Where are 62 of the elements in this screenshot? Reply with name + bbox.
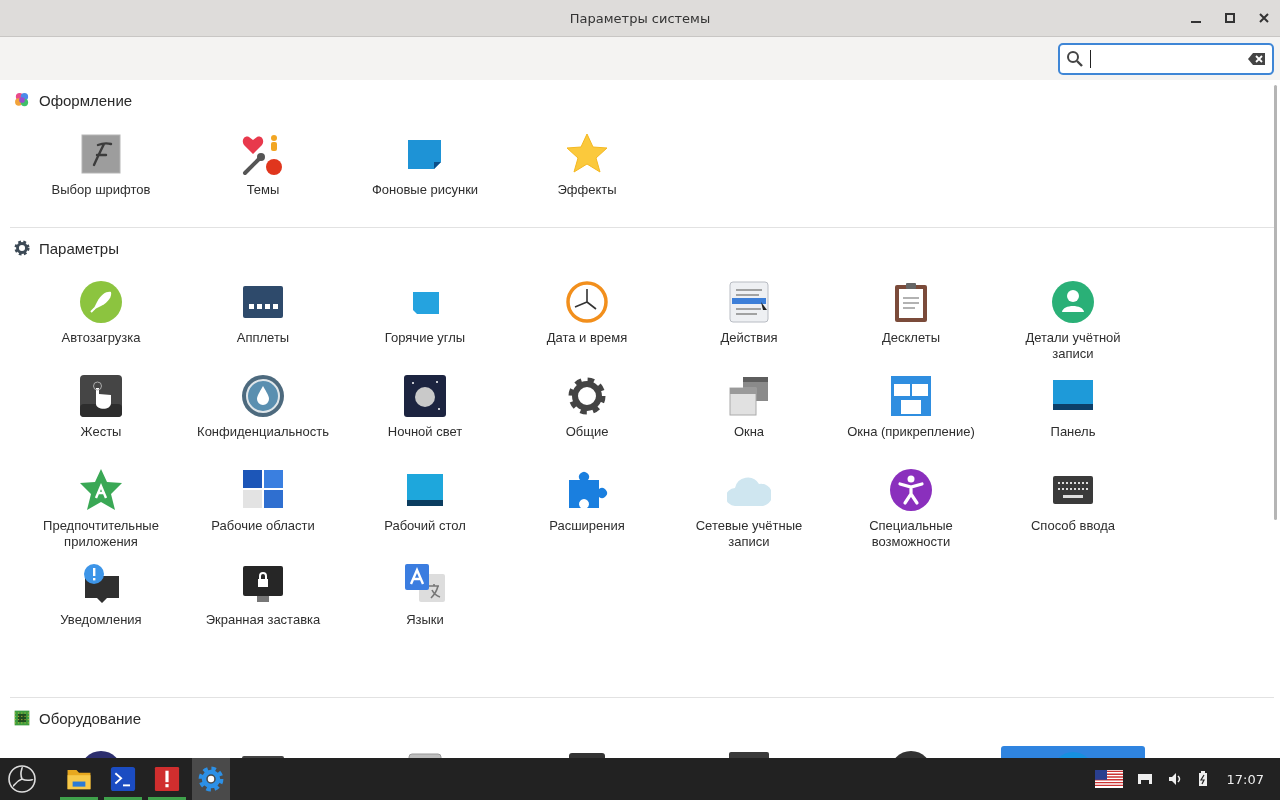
- accessibility-icon: [889, 468, 933, 512]
- clock[interactable]: 17:07: [1226, 771, 1264, 787]
- clock-icon: [565, 280, 609, 324]
- clear-icon[interactable]: [1248, 51, 1266, 66]
- windows-icon: [727, 374, 771, 418]
- settings-item[interactable]: Темы: [186, 128, 340, 222]
- settings-item[interactable]: Экранная заставка: [186, 558, 340, 652]
- window-title: Параметры системы: [569, 10, 711, 26]
- settings-item[interactable]: Горячие углы: [348, 276, 502, 370]
- settings-item[interactable]: Специальные возможности: [834, 464, 988, 558]
- terminal-icon: [109, 765, 137, 793]
- close-icon: [1258, 12, 1270, 24]
- settings-item[interactable]: Предпочтительные приложения: [24, 464, 178, 558]
- settings-item[interactable]: Эффекты: [510, 128, 664, 222]
- settings-item[interactable]: Рабочие области: [186, 464, 340, 558]
- privacy-icon: [241, 374, 285, 418]
- night-light-icon: [403, 374, 447, 418]
- settings-item[interactable]: Конфиденциальность: [186, 370, 340, 464]
- gesture-icon: [79, 374, 123, 418]
- star-badge-icon: [79, 468, 123, 512]
- user-icon: [1051, 280, 1095, 324]
- settings-item[interactable]: Фоновые рисунки: [348, 128, 502, 222]
- settings-item[interactable]: Способ ввода: [996, 464, 1150, 558]
- settings-item[interactable]: Детали учётной записи: [996, 276, 1150, 370]
- alert-icon: [153, 765, 181, 793]
- settings-item[interactable]: Автозагрузка: [24, 276, 178, 370]
- settings-item[interactable]: Окна: [672, 370, 826, 464]
- settings-item[interactable]: Сетевые учётные записи: [672, 464, 826, 558]
- settings-item[interactable]: Уведомления: [24, 558, 178, 652]
- settings-item[interactable]: Жесты: [24, 370, 178, 464]
- settings-item[interactable]: Языки: [348, 558, 502, 652]
- settings-item[interactable]: Выбор шрифтов: [24, 128, 178, 222]
- palette-icon: [13, 91, 31, 109]
- volume-icon[interactable]: [1166, 771, 1183, 787]
- gear-icon: [13, 239, 31, 257]
- settings-item[interactable]: Окна (прикрепление): [834, 370, 988, 464]
- chip-icon: [13, 709, 31, 727]
- section-title: Параметры: [39, 239, 119, 257]
- font-icon: [79, 132, 123, 176]
- list-icon: [727, 280, 771, 324]
- settings-item[interactable]: Рабочий стол: [348, 464, 502, 558]
- search-icon: [1066, 49, 1084, 68]
- settings-item[interactable]: Десклеты: [834, 276, 988, 370]
- settings-item[interactable]: Расширения: [510, 464, 664, 558]
- battery-icon[interactable]: [1196, 771, 1209, 787]
- settings-item[interactable]: Общие: [510, 370, 664, 464]
- search-field[interactable]: [1058, 42, 1274, 75]
- settings-icon: [197, 765, 225, 793]
- settings-item[interactable]: Панель: [996, 370, 1150, 464]
- us-flag-icon[interactable]: [1094, 770, 1123, 788]
- section-title: Оборудование: [39, 709, 142, 727]
- tiling-icon: [889, 374, 933, 418]
- text-cursor: [1090, 49, 1091, 68]
- scrollbar-thumb[interactable]: [1274, 85, 1277, 520]
- settings-item[interactable]: Действия: [672, 276, 826, 370]
- section-title: Оформление: [39, 91, 133, 109]
- settings-item[interactable]: Ночной свет: [348, 370, 502, 464]
- minimize-icon: [1191, 21, 1201, 23]
- maximize-icon: [1224, 12, 1236, 24]
- settings-item[interactable]: Апплеты: [186, 276, 340, 370]
- themes-icon: [241, 132, 285, 176]
- settings-item[interactable]: Дата и время: [510, 276, 664, 370]
